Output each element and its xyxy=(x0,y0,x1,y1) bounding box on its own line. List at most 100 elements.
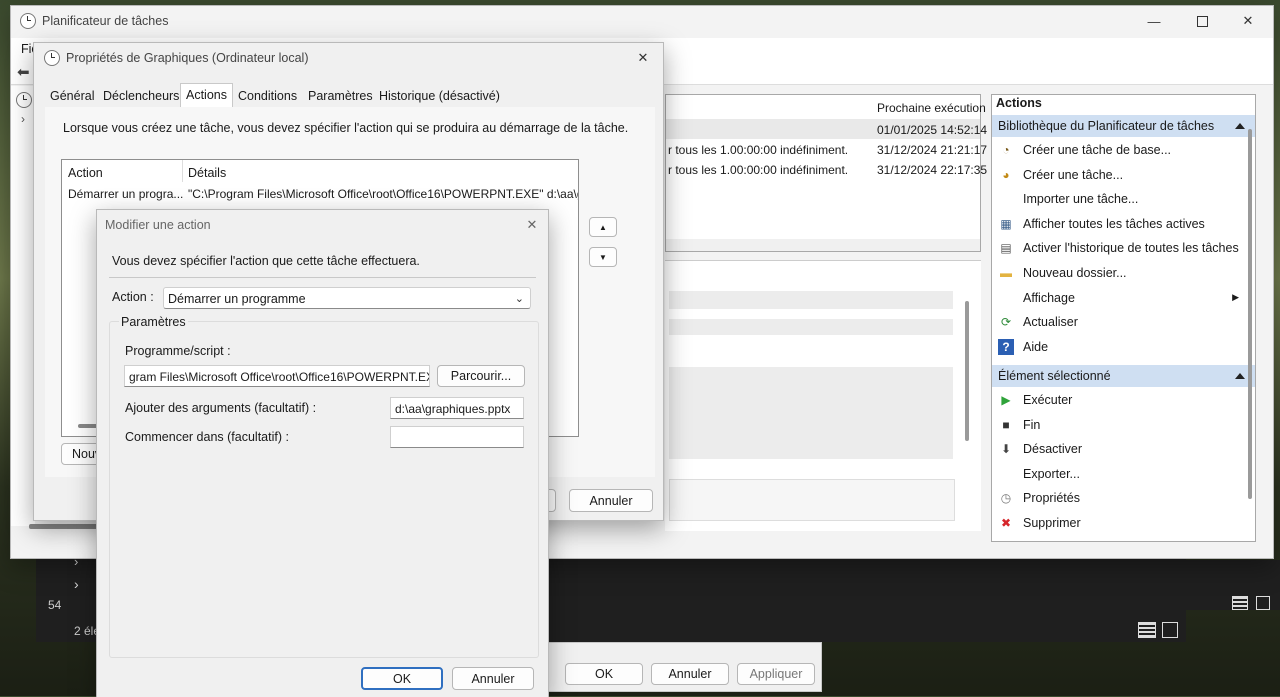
action-item[interactable]: ▤ Activer l'historique de toutes les tâch… xyxy=(992,236,1247,260)
next-run-cell: 31/12/2024 22:17:35 xyxy=(877,163,988,177)
browse-button[interactable]: Parcourir... xyxy=(437,365,525,387)
action-item[interactable]: ■ Fin xyxy=(992,413,1247,437)
chevron-right-icon[interactable]: › xyxy=(74,576,79,592)
action-item[interactable]: ? Aide xyxy=(992,335,1247,359)
next-run-cell: 31/12/2024 21:21:17 xyxy=(877,143,988,157)
table-row[interactable]: 01/01/2025 14:52:14 xyxy=(666,119,987,139)
action-item[interactable]: ◷ Propriétés xyxy=(992,486,1247,510)
column-header-details[interactable]: Détails xyxy=(188,166,226,180)
cancel-button[interactable]: Annuler xyxy=(452,667,534,690)
collapse-icon xyxy=(1235,373,1245,379)
view-details-icon[interactable] xyxy=(1138,622,1156,638)
action-select-value: Démarrer un programme xyxy=(168,292,306,306)
action-item[interactable]: Exporter... xyxy=(992,462,1247,486)
actions-pane: Actions Bibliothèque du Planificateur de… xyxy=(991,94,1256,542)
chevron-down-icon: ⌄ xyxy=(514,293,524,305)
arguments-input[interactable]: d:\aa\graphiques.pptx xyxy=(390,397,524,419)
action-item-label: Importer une tâche... xyxy=(1023,192,1139,207)
action-item[interactable]: ✖ Supprimer xyxy=(992,511,1247,535)
tab-triggers[interactable]: Déclencheurs xyxy=(98,85,184,107)
action-item-label: Exécuter xyxy=(1023,393,1073,407)
edit-action-dialog: Modifier une action ✕ Vous devez spécifi… xyxy=(96,209,549,697)
selected-section-header[interactable]: Élément sélectionné xyxy=(992,365,1255,387)
column-header-next-run[interactable]: Prochaine exécution xyxy=(877,101,986,115)
table-row[interactable]: r tous les 1.00:00:00 indéfiniment. 31/1… xyxy=(666,139,987,159)
table-row[interactable]: r tous les 1.00:00:00 indéfiniment. 31/1… xyxy=(666,159,987,179)
instruction-text: Vous devez spécifier l'action que cette … xyxy=(112,254,420,268)
apply-button[interactable]: Appliquer xyxy=(737,663,815,685)
close-button[interactable]: ✕ xyxy=(1225,6,1271,36)
view-tiles-icon[interactable] xyxy=(1256,596,1270,610)
bottom-button-strip: OK Annuler Appliquer xyxy=(548,642,822,692)
action-label: Action : xyxy=(112,290,154,304)
view-tiles-icon[interactable] xyxy=(1162,622,1178,638)
close-button[interactable]: ✕ xyxy=(517,210,547,240)
action-select[interactable]: Démarrer un programme ⌄ xyxy=(163,287,531,309)
action-item[interactable]: ⟳ Actualiser xyxy=(992,310,1247,334)
ok-button[interactable]: OK xyxy=(361,667,443,690)
view-details-icon[interactable] xyxy=(1232,596,1248,610)
task-scheduler-icon xyxy=(16,92,32,108)
ok-button[interactable]: OK xyxy=(565,663,643,685)
action-item-label: Aide xyxy=(1023,339,1049,354)
action-item[interactable]: Importer une tâche... xyxy=(992,187,1247,211)
library-action-list: ◔ Créer une tâche de base... ◕ Créer une tâ… xyxy=(992,138,1247,360)
tab-actions[interactable]: Actions xyxy=(180,83,233,108)
selected-action-list: ▶ Exécuter ■ Fin ⬇ Désactiver Exporter... ◷ Prop… xyxy=(992,388,1247,538)
create-basic-task-icon: ◔ xyxy=(1002,143,1010,157)
vertical-scrollbar[interactable] xyxy=(965,301,969,441)
vertical-scrollbar[interactable] xyxy=(1248,129,1252,499)
arrow-down-icon: ▼ xyxy=(599,252,607,262)
start-in-label: Commencer dans (facultatif) : xyxy=(125,430,289,444)
trigger-cell: r tous les 1.00:00:00 indéfiniment. xyxy=(668,163,849,177)
minimize-button[interactable]: — xyxy=(1131,6,1177,36)
action-item-label: Supprimer xyxy=(1023,516,1081,530)
run-icon: ▶ xyxy=(1001,393,1011,407)
action-item[interactable]: ▶ Exécuter xyxy=(992,388,1247,412)
tab-strip: Général Déclencheurs Actions Conditions … xyxy=(45,83,655,108)
move-down-button[interactable]: ▼ xyxy=(589,247,617,267)
column-header-action[interactable]: Action xyxy=(68,166,103,180)
tab-history[interactable]: Historique (désactivé) xyxy=(374,85,505,107)
action-item-label: Nouveau dossier... xyxy=(1023,266,1127,280)
library-section-label: Bibliothèque du Planificateur de tâches xyxy=(998,119,1215,133)
collapse-icon xyxy=(1235,123,1245,129)
tab-general[interactable]: Général xyxy=(45,85,99,107)
cancel-button[interactable]: Annuler xyxy=(651,663,729,685)
program-label: Programme/script : xyxy=(125,344,231,358)
action-item[interactable]: ▦ Afficher toutes les tâches actives xyxy=(992,212,1247,236)
move-up-button[interactable]: ▲ xyxy=(589,217,617,237)
properties-icon: ◷ xyxy=(1000,491,1012,506)
close-button[interactable]: ✕ xyxy=(624,43,662,73)
start-in-input[interactable] xyxy=(390,426,524,448)
action-item[interactable]: ◔ Créer une tâche de base... xyxy=(992,138,1247,162)
library-section-header[interactable]: Bibliothèque du Planificateur de tâches xyxy=(992,115,1255,137)
horizontal-scrollbar[interactable] xyxy=(666,239,980,251)
submenu-arrow-icon: ▶ xyxy=(1232,292,1239,303)
program-script-input[interactable]: gram Files\Microsoft Office\root\Office1… xyxy=(124,365,430,387)
action-item-label: Fin xyxy=(1023,417,1041,432)
refresh-icon: ⟳ xyxy=(1000,315,1012,330)
action-item[interactable]: ▬ Nouveau dossier... xyxy=(992,261,1247,285)
cancel-button[interactable]: Annuler xyxy=(569,489,653,512)
parameters-group: Paramètres Programme/script : gram Files… xyxy=(109,315,539,658)
task-list: Prochaine exécution 01/01/2025 14:52:14 … xyxy=(665,94,987,252)
action-item[interactable]: ⬇ Désactiver xyxy=(992,437,1247,461)
chevron-right-icon[interactable]: › xyxy=(21,112,25,126)
action-item[interactable]: ◕ Créer une tâche... xyxy=(992,163,1247,187)
table-row[interactable]: Démarrer un progra... "C:\Program Files\… xyxy=(62,184,578,204)
dialog-title: Propriétés de Graphiques (Ordinateur loc… xyxy=(66,51,309,65)
details-cell: "C:\Program Files\Microsoft Office\root\… xyxy=(188,187,579,201)
background-window-right xyxy=(1186,560,1280,610)
task-scheduler-icon xyxy=(44,50,60,66)
action-item-label: Actualiser xyxy=(1023,315,1078,330)
create-task-icon: ◕ xyxy=(1002,167,1010,182)
action-item[interactable]: Affichage ▶ xyxy=(992,286,1247,310)
action-item-label: Désactiver xyxy=(1023,442,1083,457)
maximize-button[interactable] xyxy=(1179,6,1225,36)
arguments-label: Ajouter des arguments (facultatif) : xyxy=(125,401,317,415)
detail-pane xyxy=(665,260,981,531)
tab-settings[interactable]: Paramètres xyxy=(303,85,378,107)
back-arrow-icon[interactable]: ⬅ xyxy=(17,63,30,81)
tab-conditions[interactable]: Conditions xyxy=(233,85,302,107)
